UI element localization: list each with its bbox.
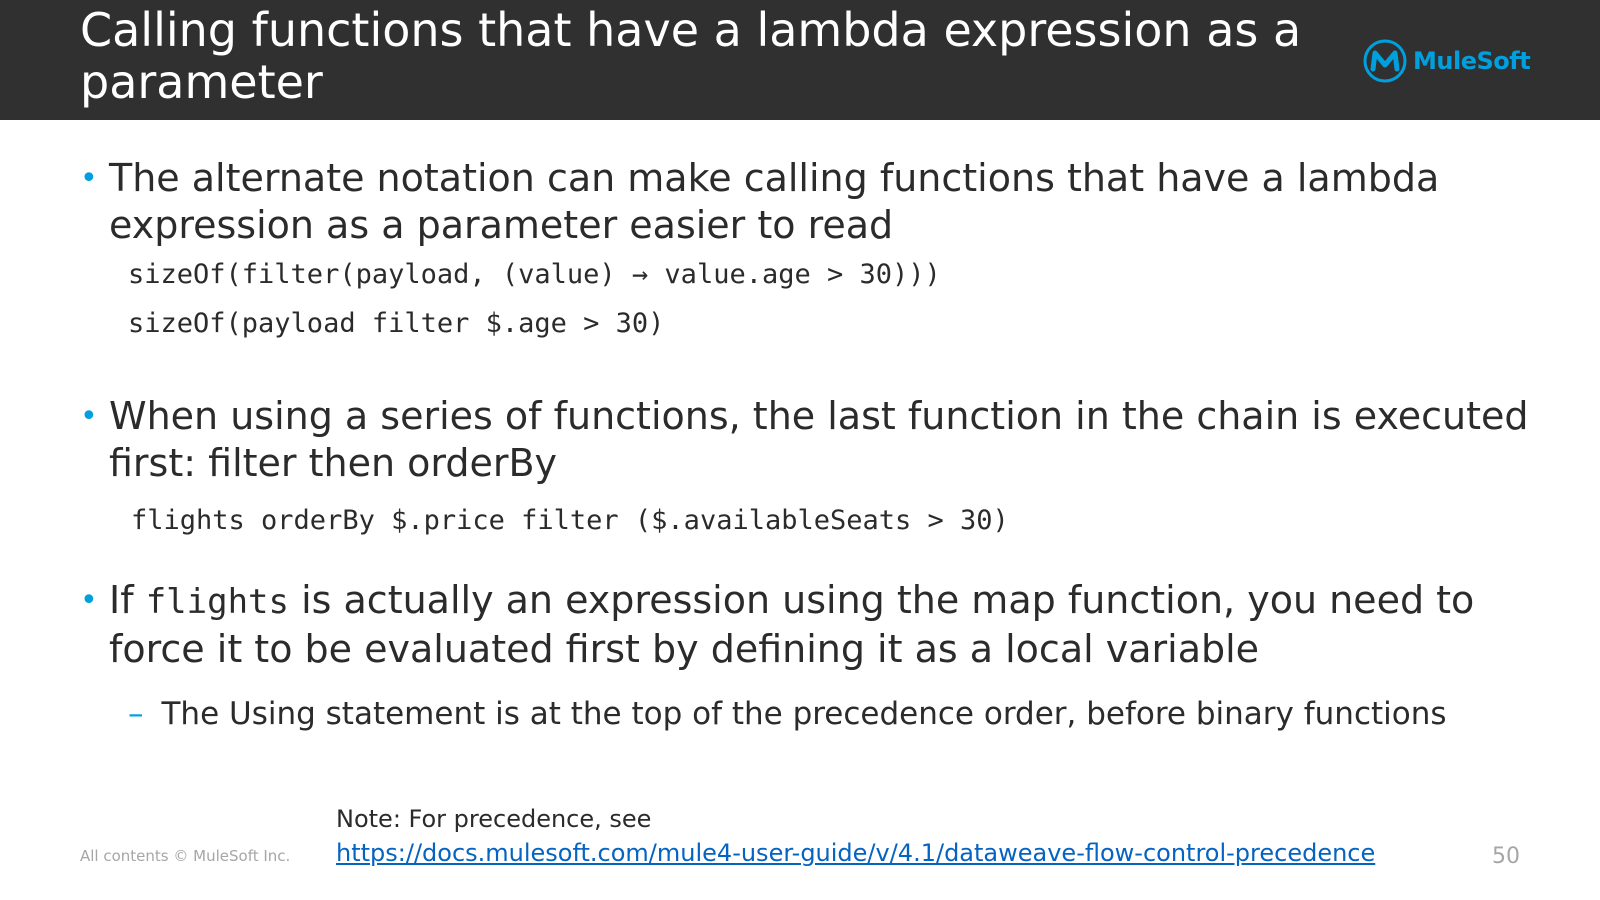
- page-number: 50: [1492, 844, 1520, 869]
- mulesoft-logo-icon: [1363, 39, 1407, 83]
- code-line: sizeOf(filter(payload, (value) → value.a…: [128, 259, 941, 290]
- sub-bullet-dash: –: [128, 696, 144, 732]
- precedence-link[interactable]: https://docs.mulesoft.com/mule4-user-gui…: [336, 839, 1375, 867]
- note-label: Note: For precedence, see: [336, 805, 652, 833]
- bullet-dot: •: [80, 583, 98, 618]
- inline-code: flights: [145, 582, 289, 622]
- sub-bullet-text: The Using statement is at the top of the…: [161, 696, 1447, 732]
- bullet-text-before: If: [109, 578, 134, 622]
- sub-bullet: – The Using statement is at the top of th…: [128, 696, 1447, 732]
- slide-header: Calling functions that have a lambda exp…: [0, 0, 1600, 120]
- bullet-text: The alternate notation can make calling …: [109, 156, 1440, 247]
- code-line: sizeOf(payload filter $.age > 30): [128, 308, 665, 339]
- bullet-text: If flights is actually an expression usi…: [109, 577, 1579, 673]
- bullet-text: When using a series of functions, the la…: [109, 394, 1529, 485]
- slide-title: Calling functions that have a lambda exp…: [80, 3, 1302, 109]
- bullet-text-after: is actually an expression using the map …: [109, 578, 1475, 671]
- logo-text: MuleSoft: [1413, 47, 1531, 75]
- copyright-footer: All contents © MuleSoft Inc.: [80, 847, 291, 865]
- precedence-note: Note: For precedence, see https://docs.m…: [336, 802, 1375, 870]
- bullet-dot: •: [80, 399, 98, 434]
- mulesoft-logo: MuleSoft: [1363, 38, 1531, 84]
- code-line: flights orderBy $.price filter ($.availa…: [131, 505, 1009, 536]
- bullet-dot: •: [80, 161, 98, 196]
